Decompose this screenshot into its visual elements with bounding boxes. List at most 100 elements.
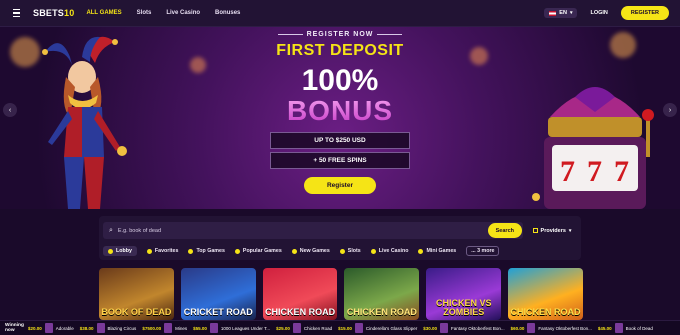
promo-content: REGISTER NOW FIRST DEPOSIT 100% BONUS UP… xyxy=(240,31,440,194)
tab-mini-games[interactable]: Mini Games xyxy=(418,248,456,254)
win-game: 1000 Leagues Under T... xyxy=(220,325,271,331)
win-game: Fantasy Oktoberfest Bon... xyxy=(451,325,505,331)
carousel-next-button[interactable]: › xyxy=(663,103,677,117)
game-tile[interactable]: CHICKEN ROAD xyxy=(508,268,583,320)
category-tabs: Lobby Favorites Top Games Popular Games … xyxy=(103,244,577,258)
search-placeholder: E.g. book of dead xyxy=(117,227,162,234)
offer-free-spins: + 50 FREE SPINS xyxy=(270,152,410,169)
win-item[interactable]: $55.00 1000 Leagues Under T... xyxy=(193,323,270,333)
win-game: Book of Dead xyxy=(625,325,653,331)
language-selector[interactable]: EN ▾ xyxy=(544,8,578,18)
brand-logo[interactable]: SBETS 10 xyxy=(33,8,74,18)
fire-icon xyxy=(234,248,240,254)
win-amount: $20.00 xyxy=(28,325,42,331)
game-tile[interactable]: CHICKEN VS ZOMBIES xyxy=(426,268,502,320)
win-amount: $55.00 xyxy=(193,325,207,331)
hero-register-button[interactable]: Register xyxy=(303,177,376,194)
tab-slots[interactable]: Slots xyxy=(339,248,361,254)
tab-label: Mini Games xyxy=(426,248,457,254)
win-amount: $15.00 xyxy=(338,325,352,331)
game-thumbnail xyxy=(164,323,173,333)
game-thumbnail xyxy=(96,323,105,333)
tab-live-casino[interactable]: Live Casino xyxy=(370,248,409,254)
tab-new-games[interactable]: New Games xyxy=(291,248,330,254)
divider xyxy=(277,34,303,35)
ticker-label-line: now xyxy=(5,328,15,333)
win-item[interactable]: $20.00 Adorable xyxy=(28,323,74,333)
header-tools: EN ▾ LOGIN REGISTER xyxy=(544,6,669,20)
tab-favorites[interactable]: Favorites xyxy=(146,248,179,254)
win-game: Blazing Circus xyxy=(107,325,137,331)
game-tile[interactable]: CRICKET ROAD xyxy=(180,268,256,320)
search-input[interactable]: ⌕ E.g. book of dead Search xyxy=(103,222,523,239)
game-thumbnail xyxy=(354,323,363,333)
tab-label: Top Games xyxy=(196,248,225,254)
nav-slots[interactable]: Slots xyxy=(137,10,152,16)
top-header: SBETS 10 ALL GAMES Slots Live Casino Bonu… xyxy=(0,0,680,27)
bonus-percent: 100% xyxy=(301,64,379,97)
chevron-right-icon: › xyxy=(668,106,672,114)
new-icon xyxy=(291,248,297,254)
tab-popular-games[interactable]: Popular Games xyxy=(234,248,282,254)
game-tile[interactable]: CHICKEN ROAD xyxy=(344,268,420,320)
register-now-row: REGISTER NOW xyxy=(240,31,440,38)
win-item[interactable]: $25.00 Chicken Road xyxy=(276,323,332,333)
register-button[interactable]: REGISTER xyxy=(620,6,669,20)
game-grid: BOOK OF DEAD CRICKET ROAD CHICKEN ROAD C… xyxy=(99,268,583,320)
language-code: EN xyxy=(559,10,567,16)
win-item[interactable]: $38.00 Blazing Circus xyxy=(79,323,137,333)
flag-icon xyxy=(549,10,557,16)
login-button[interactable]: LOGIN xyxy=(586,10,611,16)
game-tile[interactable]: CHICKEN ROAD xyxy=(262,268,338,320)
game-filter-panel: ⌕ E.g. book of dead Search Providers ▾ L… xyxy=(99,216,581,260)
slot-machine-illustration: 7 7 7 xyxy=(532,87,654,209)
tab-lobby[interactable]: Lobby xyxy=(103,246,137,256)
win-game: Mines xyxy=(175,325,188,331)
tab-label: Live Casino xyxy=(378,248,409,254)
light-decoration xyxy=(190,57,206,73)
light-decoration xyxy=(610,32,636,58)
win-game: Adorable xyxy=(55,325,74,331)
game-title: CHICKEN ROAD xyxy=(346,307,417,317)
nav-live-casino[interactable]: Live Casino xyxy=(166,10,200,16)
search-button[interactable]: Search xyxy=(487,223,522,238)
tab-top-games[interactable]: Top Games xyxy=(188,248,225,254)
chevron-left-icon: ‹ xyxy=(8,106,12,114)
win-game: Cinderella's Glass Slipper xyxy=(365,325,418,331)
game-tile[interactable]: BOOK OF DEAD xyxy=(99,268,174,320)
game-title: BOOK OF DEAD xyxy=(101,307,172,317)
jester-illustration xyxy=(42,36,127,209)
win-amount: $60.00 xyxy=(510,325,525,331)
nav-bonuses[interactable]: Bonuses xyxy=(215,10,240,16)
logo-text: SBETS xyxy=(33,8,65,18)
providers-dropdown[interactable]: Providers ▾ xyxy=(527,222,577,239)
game-title: CHICKEN ROAD xyxy=(510,307,581,317)
carousel-prev-button[interactable]: ‹ xyxy=(3,103,17,117)
win-item[interactable]: $7500.00 Mines xyxy=(142,323,187,333)
mini-games-icon xyxy=(418,248,424,254)
game-thumbnail xyxy=(440,323,449,333)
win-item[interactable]: $30.00 Fantasy Oktoberfest Bon... xyxy=(423,323,505,333)
game-thumbnail xyxy=(292,323,301,333)
win-game: Fantasy Oktoberfest Bon... xyxy=(538,325,592,331)
live-icon xyxy=(370,248,376,254)
bonus-heading: BONUS xyxy=(240,96,440,126)
more-categories-button[interactable]: ... 3 more xyxy=(466,246,500,256)
game-title: CHICKEN VS ZOMBIES xyxy=(435,298,492,317)
nav-all-games[interactable]: ALL GAMES xyxy=(86,10,121,16)
win-item[interactable]: $60.00 Fantasy Oktoberfest Bon... xyxy=(511,323,592,333)
wins-list: $20.00 Adorable $38.00 Blazing Circus $750… xyxy=(28,323,653,333)
menu-icon[interactable] xyxy=(13,8,27,18)
game-title: CHICKEN ROAD xyxy=(265,307,336,317)
win-amount: $25.00 xyxy=(276,325,290,331)
chevron-down-icon: ▾ xyxy=(569,10,573,16)
win-amount: $38.00 xyxy=(79,325,94,331)
win-amount: $45.00 xyxy=(597,325,612,331)
win-item[interactable]: $45.00 Book of Dead xyxy=(598,323,653,333)
svg-text:7: 7 xyxy=(587,155,602,188)
tab-label: New Games xyxy=(299,248,330,254)
chevron-down-icon: ▾ xyxy=(568,227,572,234)
hero-banner[interactable]: 7 7 7 REGISTER NOW FIRST DEPOSIT 100% BO… xyxy=(0,27,680,209)
win-item[interactable]: $15.00 Cinderella's Glass Slipper xyxy=(338,323,417,333)
tab-label: Favorites xyxy=(154,248,179,254)
